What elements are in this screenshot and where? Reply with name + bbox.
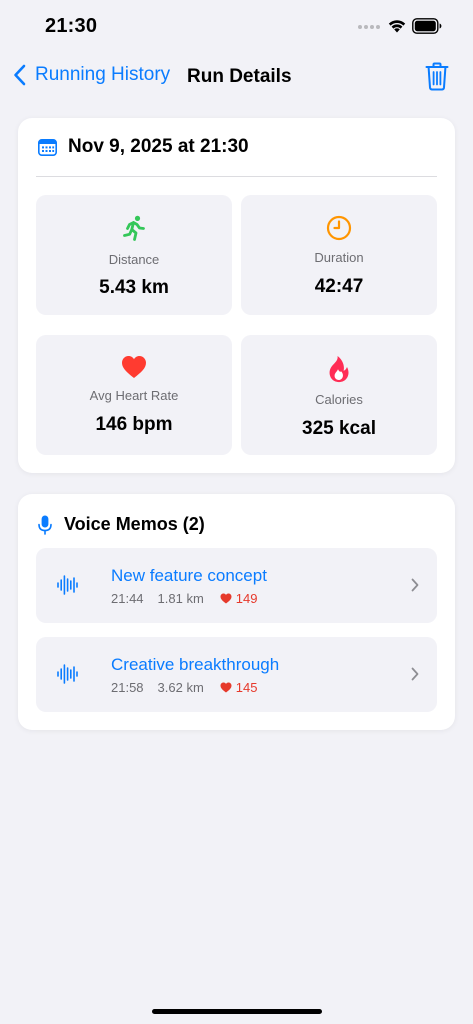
stat-label: Avg Heart Rate xyxy=(89,388,179,403)
memo-time: 21:58 xyxy=(111,680,144,695)
status-time: 21:30 xyxy=(45,15,98,37)
voice-memos-header: Voice Memos (2) xyxy=(38,514,205,535)
date-header: Nov 9, 2025 at 21:30 xyxy=(38,136,249,158)
memo-row[interactable]: New feature concept 21:44 1.81 km 149 xyxy=(36,548,437,623)
microphone-icon xyxy=(38,515,52,535)
memo-row[interactable]: Creative breakthrough 21:58 3.62 km 145 xyxy=(36,637,437,712)
stat-calories: Calories 325 kcal xyxy=(241,335,437,455)
home-indicator[interactable] xyxy=(152,1009,322,1014)
clock-icon xyxy=(326,215,352,241)
wifi-icon xyxy=(388,20,406,33)
stat-value: 5.43 km xyxy=(99,277,169,298)
waveform-icon xyxy=(57,664,78,684)
chevron-right-icon xyxy=(411,578,419,592)
memo-heart-rate-value: 145 xyxy=(235,680,258,695)
voice-memos-card: Voice Memos (2) New feature concept 21:4… xyxy=(18,494,455,730)
run-summary-card: Nov 9, 2025 at 21:30 Distance 5.43 km Du… xyxy=(18,118,455,473)
memo-meta: 21:58 3.62 km 145 xyxy=(111,680,258,695)
memo-heart-rate: 149 xyxy=(220,591,258,606)
memo-heart-rate: 145 xyxy=(220,680,258,695)
stat-label: Calories xyxy=(315,392,363,407)
navigation-bar: Running History Run Details xyxy=(0,58,473,98)
memo-distance: 1.81 km xyxy=(157,591,204,606)
voice-memos-title: Voice Memos (2) xyxy=(64,514,205,534)
stat-value: 325 kcal xyxy=(302,418,376,439)
memo-time: 21:44 xyxy=(111,591,144,606)
back-button[interactable]: Running History xyxy=(13,64,170,86)
runner-icon xyxy=(123,215,145,241)
divider xyxy=(36,176,437,177)
stat-value: 146 bpm xyxy=(95,414,173,435)
run-date: Nov 9, 2025 at 21:30 xyxy=(68,136,249,157)
memo-distance: 3.62 km xyxy=(157,680,204,695)
stat-label: Distance xyxy=(108,252,160,267)
stat-distance: Distance 5.43 km xyxy=(36,195,232,315)
flame-icon xyxy=(329,356,349,383)
stat-label: Duration xyxy=(314,250,364,265)
status-bar: 21:30 xyxy=(0,0,473,54)
waveform-icon xyxy=(57,575,78,595)
memo-title: Creative breakthrough xyxy=(111,655,280,674)
back-button-label: Running History xyxy=(35,64,171,85)
stat-duration: Duration 42:47 xyxy=(241,195,437,315)
heart-icon xyxy=(220,593,232,604)
calendar-icon xyxy=(38,138,57,156)
memo-heart-rate-value: 149 xyxy=(235,591,258,606)
delete-button[interactable] xyxy=(425,62,449,96)
page-title: Run Details xyxy=(187,66,292,87)
heart-icon xyxy=(220,682,232,693)
stat-value: 42:47 xyxy=(314,276,364,297)
chevron-right-icon xyxy=(411,667,419,681)
stat-avg-heart-rate: Avg Heart Rate 146 bpm xyxy=(36,335,232,455)
memo-meta: 21:44 1.81 km 149 xyxy=(111,591,258,606)
trash-icon xyxy=(425,62,449,91)
battery-icon xyxy=(412,18,442,34)
memo-title: New feature concept xyxy=(111,566,267,585)
chevron-left-icon xyxy=(14,64,26,86)
signal-icon xyxy=(358,25,380,29)
heart-icon xyxy=(122,356,146,378)
